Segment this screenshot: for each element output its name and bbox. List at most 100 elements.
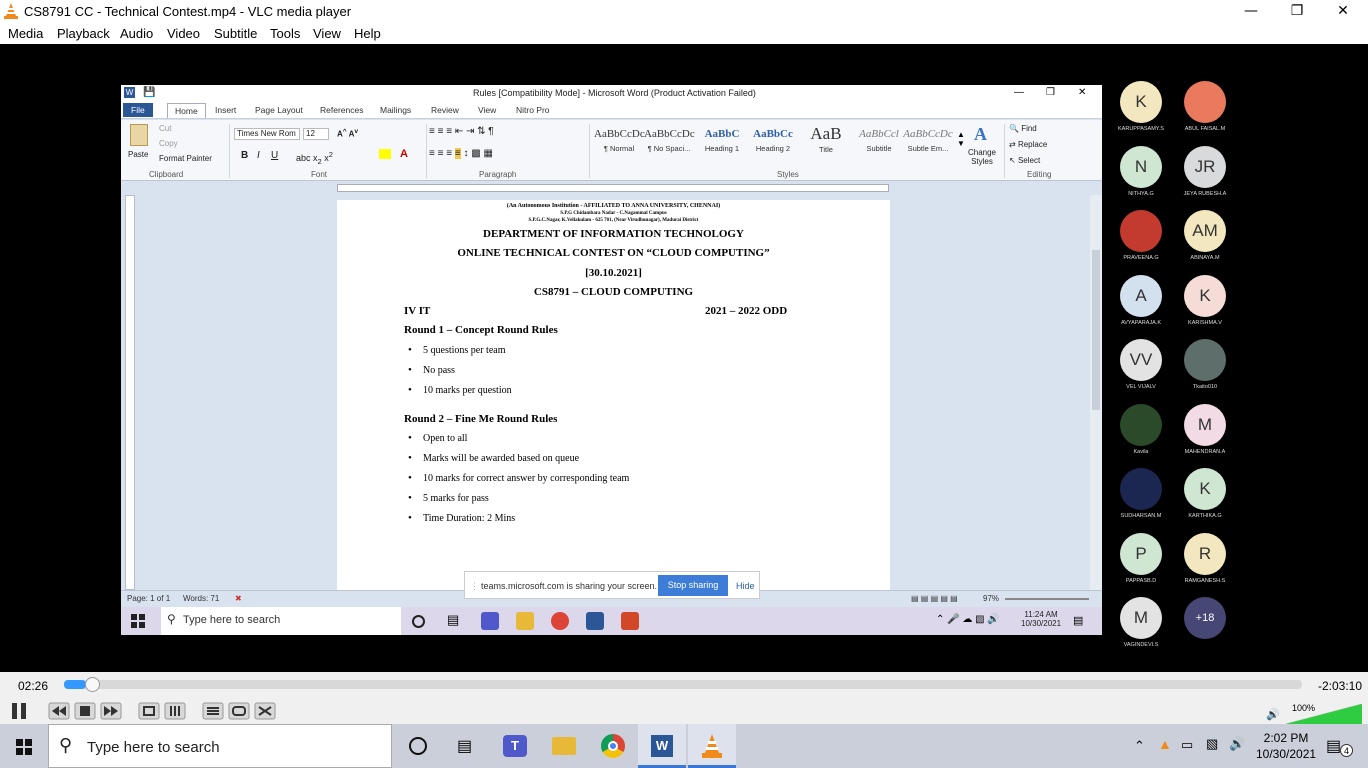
menu-video[interactable]: Video xyxy=(167,26,200,41)
grow-font-icon[interactable]: A^ Av xyxy=(337,128,358,139)
fullscreen-icon[interactable] xyxy=(138,700,160,722)
tab-view[interactable]: View xyxy=(478,105,496,115)
teams-icon[interactable] xyxy=(481,612,499,630)
tab-review[interactable]: Review xyxy=(431,105,459,115)
seek-bar[interactable] xyxy=(64,677,1302,692)
format-painter-button[interactable]: Format Painter xyxy=(159,154,212,163)
find-button[interactable]: 🔍 Find xyxy=(1009,124,1037,133)
powerpoint-icon[interactable] xyxy=(621,612,639,630)
shuffle-icon[interactable] xyxy=(254,700,276,722)
underline-icon[interactable]: U xyxy=(271,150,278,161)
menu-playback[interactable]: Playback xyxy=(57,26,110,41)
participant-tile[interactable]: K KARUPPASAMY.S xyxy=(1106,81,1176,132)
participant-tile[interactable]: SUDHARSAN.M xyxy=(1106,468,1176,519)
action-center-icon[interactable]: ▤ xyxy=(1326,736,1341,756)
style-option[interactable]: AaBbCcDc Subtle Em... xyxy=(903,128,953,162)
proofing-icon[interactable]: ✖ xyxy=(235,594,242,603)
horizontal-ruler[interactable] xyxy=(121,182,1102,194)
participant-tile[interactable]: JR JEYA RUBESH.A xyxy=(1170,145,1240,197)
bold-icon[interactable]: B xyxy=(241,150,248,161)
menu-audio[interactable]: Audio xyxy=(120,26,153,41)
align-icons[interactable]: ≡ ≡ ≡ ≡ ↕ ▩ ▦ xyxy=(429,148,493,159)
menu-subtitle[interactable]: Subtitle xyxy=(214,26,257,41)
menu-help[interactable]: Help xyxy=(354,26,381,41)
taskbar-clock[interactable]: 2:02 PM 10/30/2021 xyxy=(1256,730,1316,762)
participant-tile[interactable]: +18 xyxy=(1170,597,1240,642)
change-styles-icon[interactable]: A xyxy=(974,124,987,145)
tab-insert[interactable]: Insert xyxy=(215,105,236,115)
style-option[interactable]: AaBbC Heading 1 xyxy=(697,128,747,162)
cortana-button[interactable] xyxy=(394,724,442,768)
inner-search-box[interactable]: ⚲ Type here to search xyxy=(161,607,401,635)
task-view-icon[interactable]: ▤ xyxy=(447,612,465,630)
word-taskbar-button[interactable]: W xyxy=(638,724,686,768)
paste-icon[interactable] xyxy=(130,124,148,146)
battery-icon[interactable]: ▭ xyxy=(1181,737,1193,753)
file-explorer-icon[interactable] xyxy=(516,612,534,630)
menu-media[interactable]: Media xyxy=(8,26,43,41)
style-option[interactable]: AaBbCcDc ¶ No Spaci... xyxy=(644,128,695,162)
menu-view[interactable]: View xyxy=(313,26,341,41)
participant-tile[interactable]: Tkaito010 xyxy=(1170,339,1240,390)
participant-tile[interactable]: A AVYAPARAJA.K xyxy=(1106,274,1176,326)
styles-scroll-icon[interactable]: ▲ ▼ xyxy=(957,130,965,148)
close-button[interactable]: ✕ xyxy=(1320,0,1366,22)
highlight-icon[interactable] xyxy=(379,149,391,159)
windows-start-icon[interactable] xyxy=(131,614,145,628)
volume-slider[interactable] xyxy=(1286,704,1362,724)
save-icon[interactable]: 💾 xyxy=(143,87,155,98)
page-count[interactable]: Page: 1 of 1 xyxy=(127,594,170,603)
style-option[interactable]: AaBbCcDc ¶ Normal xyxy=(594,128,645,162)
drag-handle-icon[interactable]: ⋮ xyxy=(470,581,479,592)
participant-tile[interactable]: AM ABINAYA.M xyxy=(1170,210,1240,261)
loop-icon[interactable] xyxy=(228,700,250,722)
teams-button[interactable]: T xyxy=(491,724,539,768)
vertical-ruler[interactable] xyxy=(125,195,135,590)
menu-tools[interactable]: Tools xyxy=(270,26,300,41)
copy-button[interactable]: Copy xyxy=(159,139,178,148)
replace-button[interactable]: ⇄ Replace xyxy=(1009,140,1047,149)
vertical-scrollbar[interactable] xyxy=(1090,195,1102,590)
speaker-icon[interactable]: 🔊 xyxy=(1266,708,1280,721)
document-page[interactable]: (An Autonomous Institution - AFFILIATED … xyxy=(337,200,890,595)
participant-tile[interactable]: VV VEL VIJALV xyxy=(1106,339,1176,390)
scrollbar-thumb[interactable] xyxy=(1092,250,1100,410)
chrome-icon[interactable] xyxy=(551,612,569,630)
participant-tile[interactable]: K KARTHIKA.G xyxy=(1170,468,1240,519)
stop-sharing-button[interactable]: Stop sharing xyxy=(658,575,728,596)
font-color-icon[interactable]: A xyxy=(400,148,408,160)
select-button[interactable]: ↖ Select xyxy=(1009,156,1040,165)
word-minimize-button[interactable]: — xyxy=(1014,87,1024,98)
tab-file[interactable]: File xyxy=(123,103,153,117)
volume-icon[interactable]: 🔊 xyxy=(1229,736,1245,752)
seek-knob[interactable] xyxy=(85,677,100,692)
participant-tile[interactable]: R RAMGANESH.S xyxy=(1170,532,1240,584)
inner-clock[interactable]: 11:24 AM 10/30/2021 xyxy=(1021,610,1061,628)
vlc-tray-icon[interactable]: ▲ xyxy=(1158,736,1172,752)
windows-start-icon[interactable] xyxy=(16,739,32,755)
view-buttons-icon[interactable]: ▤ ▤ ▤ ▤ ▤ xyxy=(911,594,958,603)
word-close-button[interactable]: ✕ xyxy=(1078,87,1086,98)
next-icon[interactable] xyxy=(100,700,122,722)
tab-references[interactable]: References xyxy=(320,105,363,115)
taskbar-search-box[interactable]: ⚲ Type here to search xyxy=(48,724,392,768)
tray-icons[interactable]: ⌃ 🎤 ☁ ▧ 🔊 xyxy=(936,614,1000,625)
participant-tile[interactable]: PRAVEENA.G xyxy=(1106,210,1176,261)
remaining-time[interactable]: -2:03:10 xyxy=(1318,679,1362,693)
participant-tile[interactable]: K KARISHMA.V xyxy=(1170,274,1240,326)
tab-mailings[interactable]: Mailings xyxy=(380,105,411,115)
style-option[interactable]: AaB Title xyxy=(801,124,851,162)
cortana-icon[interactable] xyxy=(412,615,425,628)
participant-tile[interactable]: P PAPPASB.D xyxy=(1106,532,1176,584)
restore-button[interactable]: ❐ xyxy=(1274,0,1320,22)
tab-page-layout[interactable]: Page Layout xyxy=(255,105,303,115)
bullets-icon[interactable]: ≡ ≡ ≡ ⇤ ⇥ ⇅ ¶ xyxy=(429,126,494,137)
participant-tile[interactable]: Kavila xyxy=(1106,403,1176,455)
word-restore-button[interactable]: ❐ xyxy=(1046,87,1055,98)
tab-nitro-pro[interactable]: Nitro Pro xyxy=(516,105,550,115)
font-name-select[interactable]: Times New Rom xyxy=(234,128,300,140)
hide-button[interactable]: Hide xyxy=(736,581,755,591)
notification-icon[interactable]: ▤ xyxy=(1073,614,1083,627)
word-icon[interactable] xyxy=(586,612,604,630)
word-count[interactable]: Words: 71 xyxy=(183,594,219,603)
